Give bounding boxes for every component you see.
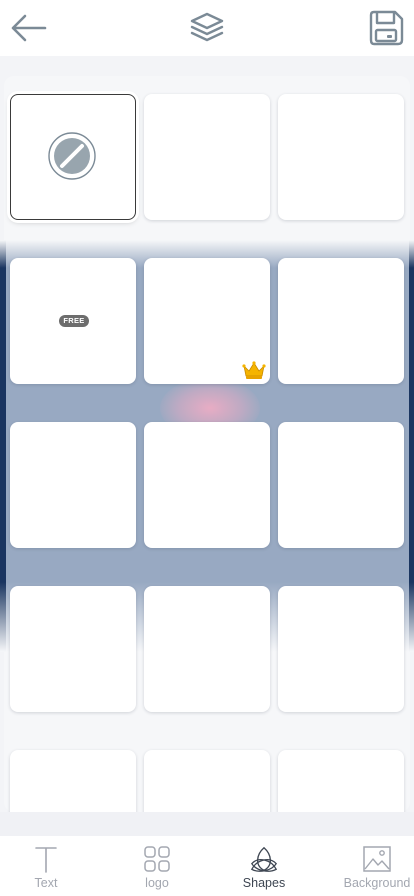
tab-background-label: Background [343,876,411,890]
save-button[interactable] [364,6,408,50]
tab-text[interactable]: Text [0,836,98,896]
layers-icon [190,12,224,42]
bottom-tab-bar: Text logo Shapes Background [0,814,414,896]
shape-tile[interactable] [278,94,404,220]
back-button[interactable] [6,6,50,50]
shape-tile[interactable] [10,422,136,548]
shape-tile[interactable] [144,422,270,548]
crown-icon [242,361,266,379]
shape-tile-free[interactable]: FREE [10,258,136,384]
shape-tile[interactable] [278,586,404,712]
shapes-icon [250,846,278,872]
layers-button[interactable] [185,6,229,50]
tabbar-shadow [0,812,414,836]
shape-tile[interactable] [144,94,270,220]
shape-tile[interactable] [278,258,404,384]
tab-shapes[interactable]: Shapes [212,814,316,896]
shape-tile[interactable] [10,586,136,712]
tab-logo-label: logo [145,876,169,890]
tab-background[interactable]: Background [325,836,414,896]
floppy-disk-icon [369,10,404,46]
no-shape-icon [48,132,96,180]
text-icon [35,847,57,873]
tab-logo[interactable]: logo [105,836,209,896]
logo-grid-icon [144,846,170,872]
top-bar [0,0,414,56]
arrow-left-icon [11,14,47,42]
shape-tile[interactable] [144,586,270,712]
shape-tile[interactable] [278,422,404,548]
image-icon [363,846,391,872]
free-badge: FREE [59,315,89,327]
shape-tile-premium[interactable] [144,258,270,384]
shape-tile-none[interactable] [10,94,136,220]
tab-shapes-label: Shapes [242,876,286,890]
tab-text-label: Text [34,876,58,890]
